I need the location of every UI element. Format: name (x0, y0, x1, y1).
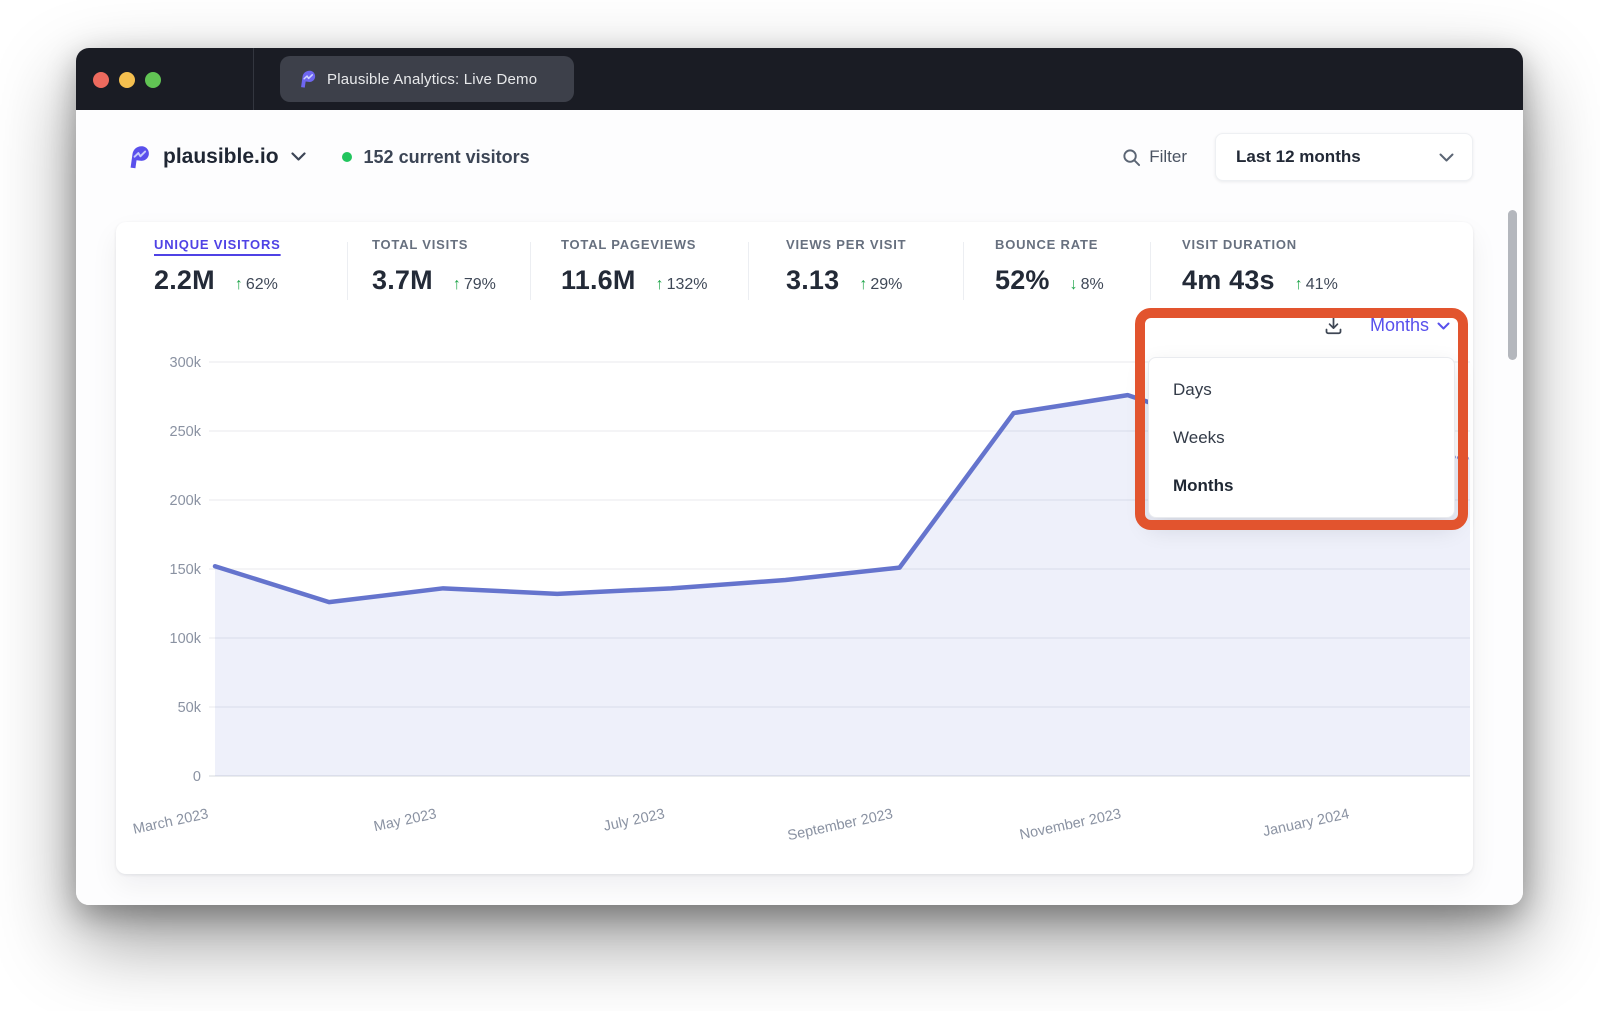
browser-tab[interactable]: Plausible Analytics: Live Demo (280, 56, 574, 102)
tab-title: Plausible Analytics: Live Demo (327, 71, 537, 88)
chevron-down-icon (1437, 322, 1450, 330)
scrollbar-thumb[interactable] (1508, 210, 1517, 360)
live-visitors-dot-icon (342, 152, 352, 162)
visitors-card: UNIQUE VISITORS 2.2M ↑62% TOTAL VISITS 3… (116, 222, 1473, 874)
x-axis-tick: May 2023 (372, 806, 438, 835)
interval-menu: Days Weeks Months (1148, 357, 1455, 518)
browser-titlebar: Plausible Analytics: Live Demo (76, 48, 1523, 110)
interval-dropdown-trigger[interactable]: Months (1370, 315, 1450, 336)
current-visitors-count[interactable]: 152 current visitors (364, 147, 530, 168)
menu-item-days[interactable]: Days (1149, 366, 1454, 414)
dashboard-page: plausible.io 152 current visitors Filter… (76, 110, 1523, 905)
x-axis-labels: March 2023 May 2023 July 2023 September 202… (132, 806, 1351, 844)
y-axis-tick: 100k (170, 631, 202, 647)
filter-button[interactable]: Filter (1122, 147, 1187, 167)
site-name[interactable]: plausible.io (163, 145, 279, 169)
minimize-window-button[interactable] (119, 72, 135, 88)
chevron-down-icon (1439, 153, 1454, 162)
close-window-button[interactable] (93, 72, 109, 88)
y-axis-tick: 150k (170, 562, 202, 578)
date-range-select[interactable]: Last 12 months (1215, 133, 1473, 181)
x-axis-tick: March 2023 (132, 806, 210, 838)
x-axis-tick: July 2023 (602, 806, 666, 835)
site-chevron-down-icon[interactable] (291, 148, 306, 166)
x-axis-tick: November 2023 (1018, 806, 1122, 843)
date-range-label: Last 12 months (1236, 147, 1361, 167)
y-axis-tick: 200k (170, 493, 202, 509)
browser-window: Plausible Analytics: Live Demo plausible… (76, 48, 1523, 905)
zoom-window-button[interactable] (145, 72, 161, 88)
download-button[interactable] (1323, 315, 1344, 336)
filter-label: Filter (1149, 147, 1187, 167)
chart-tools: Months (1323, 315, 1450, 336)
y-axis-tick: 50k (178, 700, 202, 716)
visitors-chart[interactable]: 300k 250k 200k 150k 100k 50k 0 March 2023 May 20… (116, 222, 1473, 874)
x-axis-tick: January 2024 (1261, 806, 1350, 840)
y-axis-tick: 300k (170, 355, 202, 371)
window-controls (93, 72, 161, 88)
menu-item-weeks[interactable]: Weeks (1149, 414, 1454, 462)
y-axis-tick: 250k (170, 424, 202, 440)
interval-selected-label: Months (1370, 315, 1429, 336)
titlebar-divider (253, 48, 254, 110)
x-axis-tick: September 2023 (786, 806, 894, 844)
y-axis-tick: 0 (193, 769, 201, 785)
site-logo-icon (124, 144, 150, 170)
download-icon (1323, 315, 1344, 336)
plausible-logo-icon (296, 69, 316, 89)
site-header: plausible.io 152 current visitors Filter… (76, 110, 1523, 181)
search-icon (1122, 148, 1141, 167)
menu-item-months[interactable]: Months (1149, 462, 1454, 510)
